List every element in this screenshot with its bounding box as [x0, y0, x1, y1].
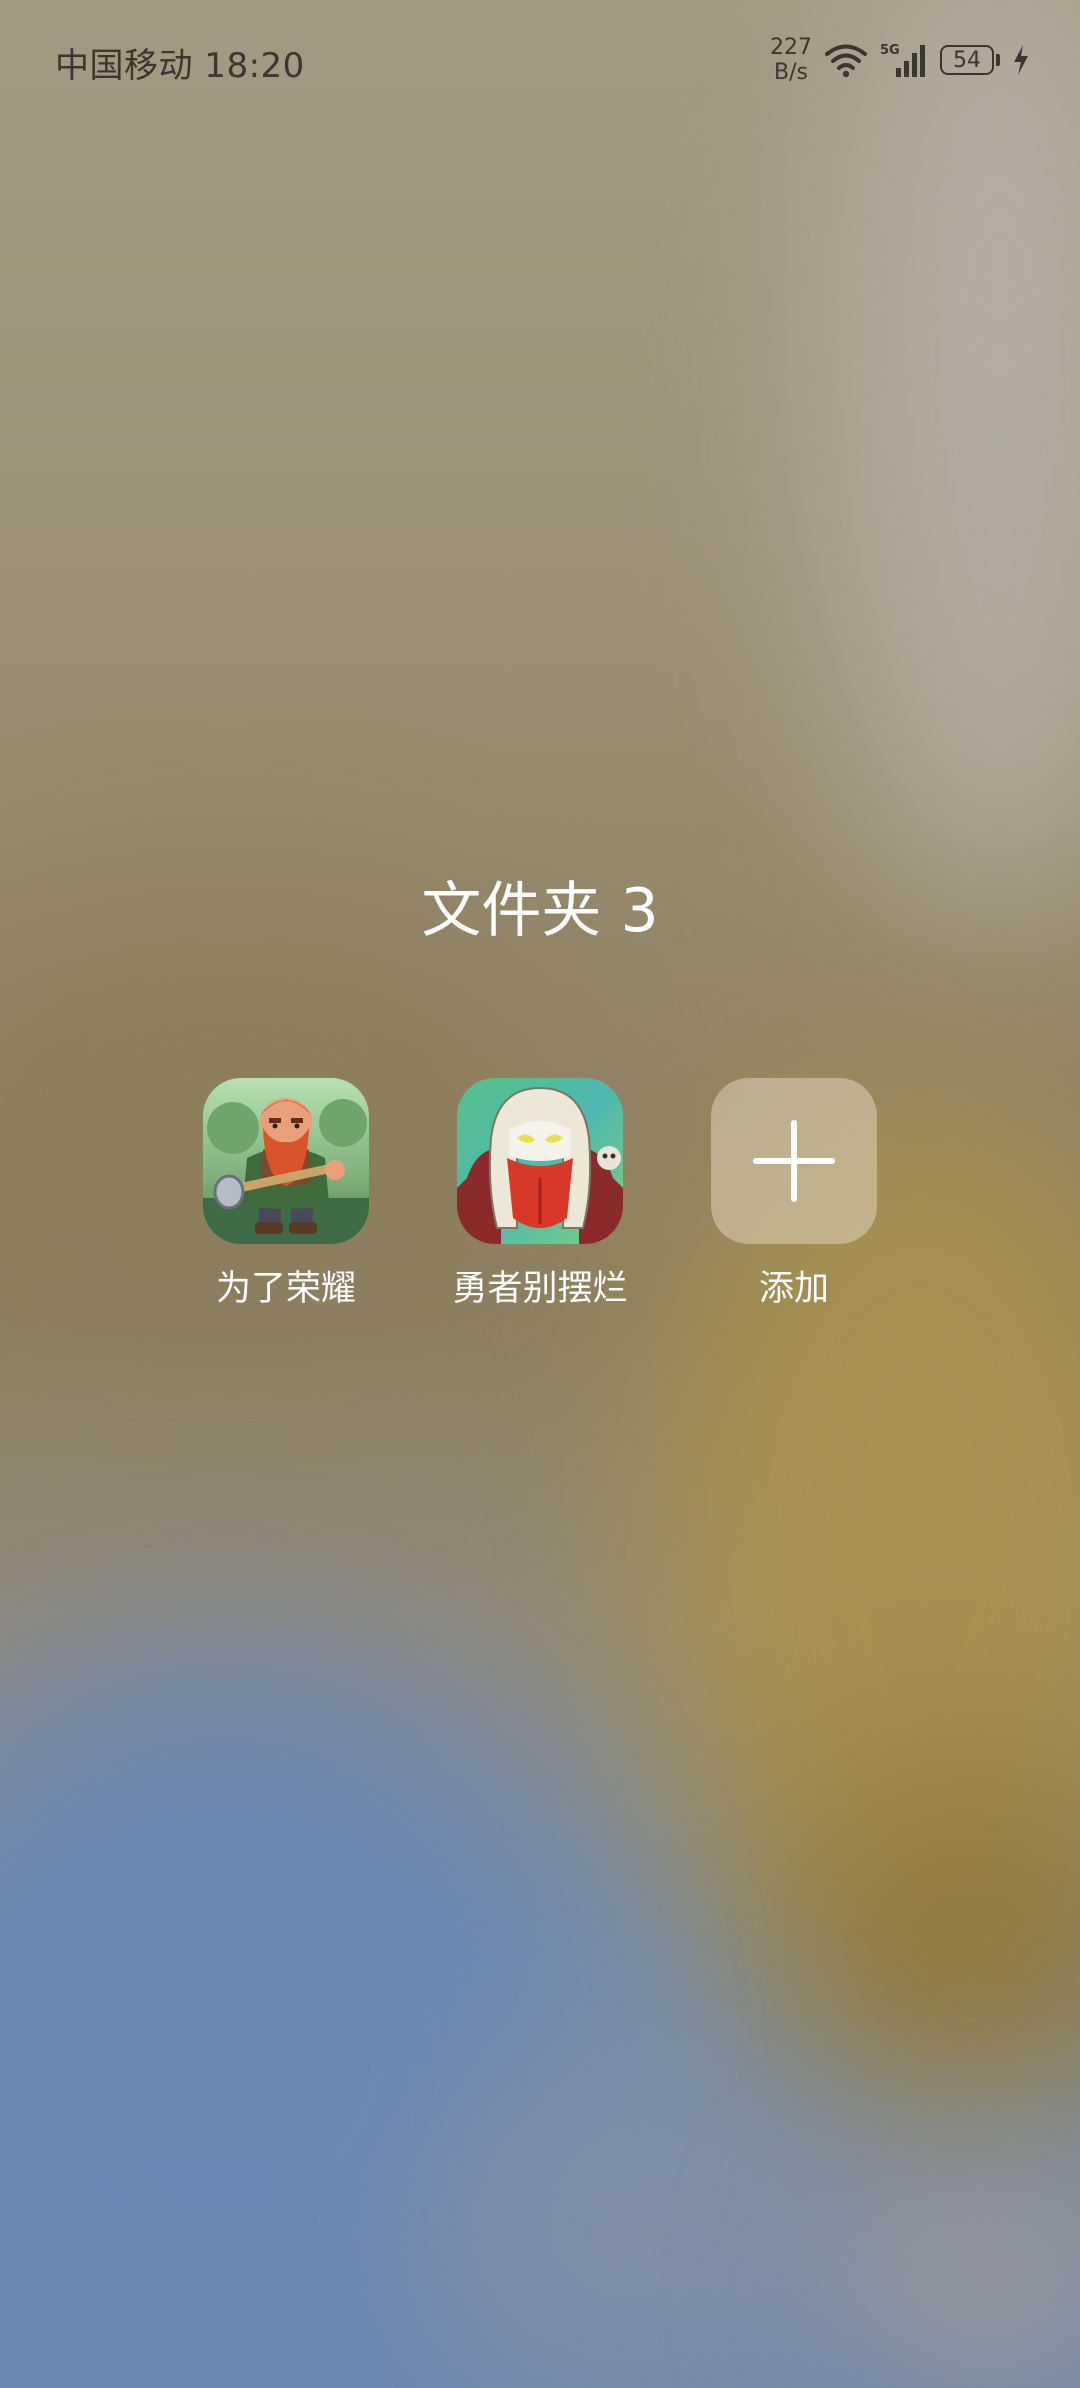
network-speed: 227 B/s — [770, 35, 812, 85]
add-label: 添加 — [758, 1269, 829, 1309]
status-icons: 227 B/s 5G 54 — [770, 30, 1030, 90]
signal-5g-icon: 5G — [880, 43, 925, 77]
plus-icon — [753, 1120, 835, 1202]
app-wei-le-rong-yao[interactable]: 为了荣耀 — [171, 1078, 401, 1311]
wifi-icon — [825, 44, 867, 78]
signal-5g-label: 5G — [880, 43, 900, 58]
dwarf-warrior-game-icon[interactable] — [203, 1078, 369, 1244]
network-speed-unit: B/s — [774, 60, 808, 85]
app-label: 勇者别摆烂 — [452, 1269, 628, 1309]
folder-title[interactable]: 文件夹 3 — [0, 862, 1080, 949]
app-label: 为了荣耀 — [215, 1269, 356, 1309]
network-speed-value: 227 — [770, 35, 812, 60]
battery-indicator: 54 — [940, 45, 1000, 75]
battery-cap — [996, 54, 1000, 66]
carrier-time: 中国移动 18:20 — [55, 46, 305, 86]
app-yong-zhe-bie-bai-lan[interactable]: 勇者别摆烂 — [425, 1078, 655, 1311]
battery-level: 54 — [953, 47, 981, 73]
add-tile[interactable] — [711, 1078, 877, 1244]
charging-bolt-icon — [1014, 45, 1028, 75]
masked-knight-game-icon[interactable] — [457, 1078, 623, 1244]
battery-icon: 54 — [940, 45, 994, 75]
status-bar: 中国移动 18:20 227 B/s 5G 54 — [0, 0, 1080, 120]
add-app-button[interactable]: 添加 — [679, 1078, 909, 1311]
